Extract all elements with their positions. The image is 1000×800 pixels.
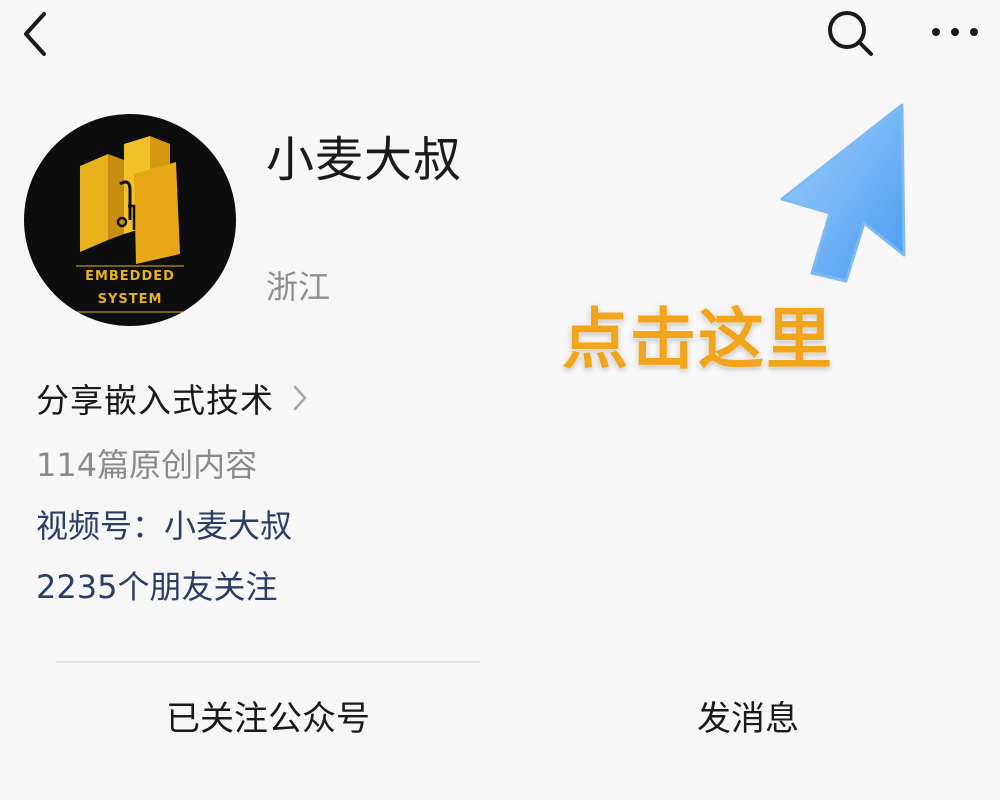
more-button[interactable]	[925, 12, 985, 52]
account-intro-row[interactable]: 分享嵌入式技术	[36, 370, 308, 426]
account-name: 小麦大叔	[266, 132, 463, 188]
search-button[interactable]	[822, 8, 878, 58]
friends-following-link[interactable]: 2235个朋友关注	[36, 562, 277, 608]
account-intro: 分享嵌入式技术	[36, 381, 274, 420]
original-articles-count: 114篇原创内容	[36, 446, 258, 484]
avatar-logo-text-1: EMBEDDED	[85, 269, 175, 284]
avatar-logo-text-2: SYSTEM	[97, 292, 163, 307]
channels-link[interactable]: 视频号：小麦大叔	[36, 501, 292, 547]
back-button[interactable]	[14, 8, 58, 56]
pointer-arrow-icon	[780, 103, 906, 283]
account-region: 浙江	[266, 268, 331, 306]
chevron-left-icon	[24, 12, 46, 56]
divider	[56, 661, 480, 663]
account-profile-page: EMBEDDED SYSTEM 小麦大叔 浙江 点击这里 分享嵌入式技术 114…	[0, 0, 1000, 800]
followed-account-button[interactable]: 已关注公众号	[56, 680, 480, 750]
more-horizontal-icon	[932, 28, 978, 36]
search-icon	[828, 11, 873, 56]
click-here-hint: 点击这里	[562, 301, 834, 378]
avatar[interactable]: EMBEDDED SYSTEM	[24, 114, 236, 326]
send-message-button[interactable]: 发消息	[536, 680, 960, 750]
chevron-right-icon	[293, 385, 307, 411]
